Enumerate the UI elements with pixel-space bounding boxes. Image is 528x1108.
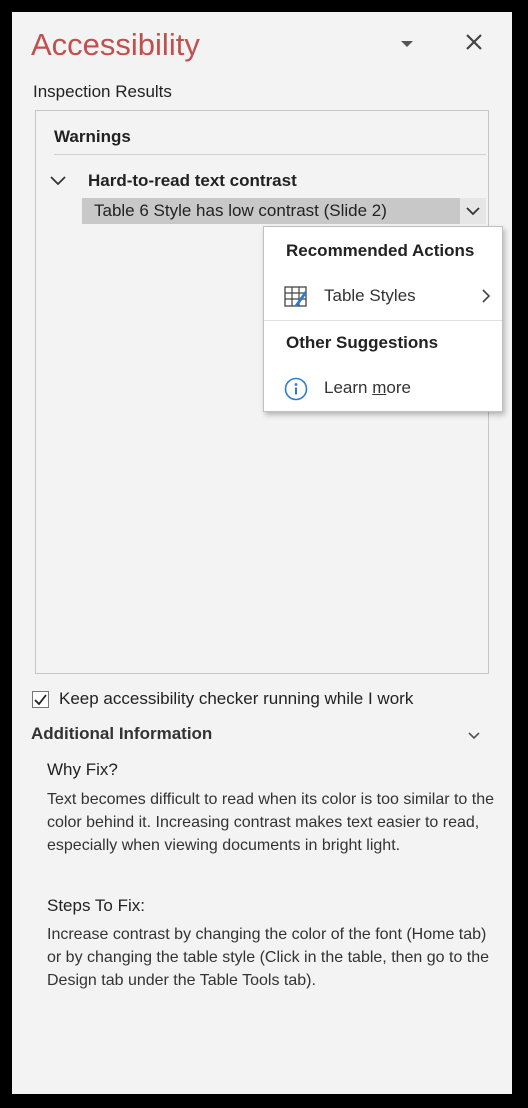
chevron-down-icon <box>50 176 66 186</box>
issue-category-title[interactable]: Hard-to-read text contrast <box>88 171 297 191</box>
issue-context-menu: Recommended Actions Table Styles Other S… <box>263 226 503 412</box>
accessibility-pane: Accessibility Inspection Results Warning… <box>12 12 512 1094</box>
chevron-down-icon <box>466 207 480 216</box>
additional-info-collapse-toggle[interactable] <box>466 729 482 743</box>
chevron-right-icon <box>480 288 492 304</box>
warnings-heading: Warnings <box>54 127 131 146</box>
info-icon <box>284 377 308 401</box>
divider <box>54 154 486 155</box>
inspection-results-label: Inspection Results <box>33 82 172 101</box>
menu-item-table-styles[interactable]: Table Styles <box>264 278 502 314</box>
table-styles-icon <box>284 285 308 309</box>
other-suggestions-heading: Other Suggestions <box>286 333 439 352</box>
pane-options-button[interactable] <box>395 34 419 54</box>
steps-to-fix-text: Increase contrast by changing the color … <box>47 926 490 989</box>
keep-running-label: Keep accessibility checker running while… <box>59 689 414 708</box>
learn-more-label: Learn more <box>324 378 411 397</box>
pane-title: Accessibility <box>31 27 200 62</box>
additional-information-heading[interactable]: Additional Information <box>31 724 212 744</box>
menu-item-learn-more[interactable]: Learn more <box>264 370 502 406</box>
issue-item-row[interactable]: Table 6 Style has low contrast (Slide 2) <box>82 198 486 224</box>
table-styles-label: Table Styles <box>324 286 416 305</box>
close-button[interactable] <box>460 28 488 56</box>
keep-running-checkbox[interactable] <box>32 691 49 708</box>
steps-to-fix-heading: Steps To Fix: <box>47 896 145 915</box>
chevron-down-icon <box>468 732 480 740</box>
issue-item-dropdown-button[interactable] <box>460 198 486 224</box>
checkmark-icon <box>34 694 47 706</box>
issue-item-label: Table 6 Style has low contrast (Slide 2) <box>94 201 387 220</box>
why-fix-text: Text becomes difficult to read when its … <box>47 791 495 854</box>
chevron-down-icon <box>401 41 413 47</box>
close-icon <box>466 34 482 50</box>
menu-divider <box>264 320 502 321</box>
collapse-issue-toggle[interactable] <box>48 173 68 189</box>
why-fix-heading: Why Fix? <box>47 760 118 779</box>
recommended-actions-heading: Recommended Actions <box>286 241 475 260</box>
